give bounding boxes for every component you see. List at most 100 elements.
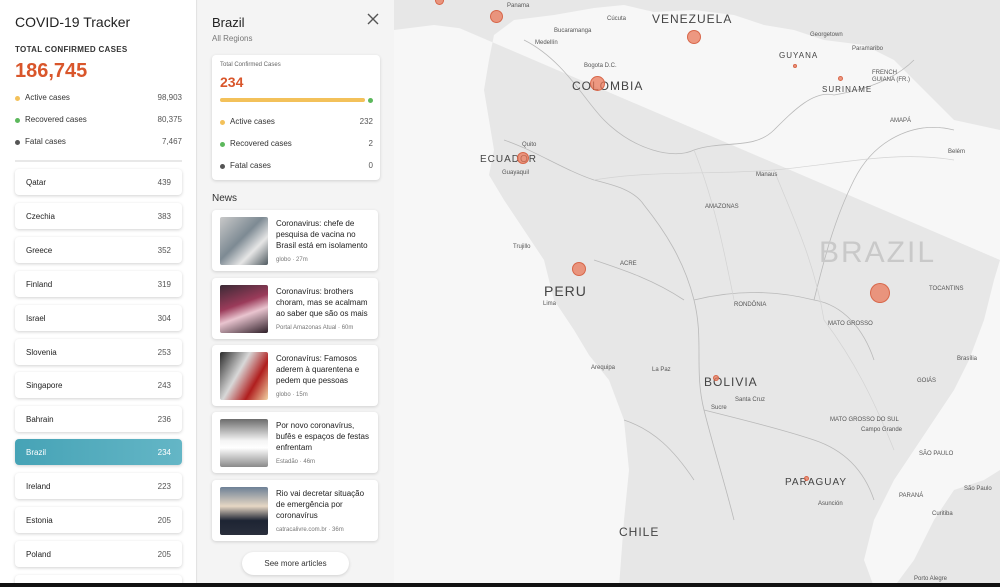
map-city-label: TOCANTINS — [929, 286, 964, 292]
map-label-guyana: GUYANA — [779, 51, 819, 60]
stat-value: 7,467 — [161, 137, 182, 146]
map-city-label: Bucaramanga — [554, 28, 592, 34]
case-bubble[interactable] — [572, 262, 586, 276]
map-city-label: La Paz — [652, 367, 671, 373]
case-bubble-brazil[interactable] — [870, 283, 890, 303]
country-name: Estonia — [26, 516, 53, 525]
recovered-dot-icon — [220, 142, 225, 147]
see-more-articles-button[interactable]: See more articles — [242, 552, 349, 575]
map-city-label: Sucre — [711, 405, 727, 411]
country-item[interactable]: Czechia 383 — [15, 203, 182, 229]
news-title: Coronavírus: Famosos aderem à quarentena… — [276, 354, 360, 385]
card-label: Total Confirmed Cases — [220, 62, 281, 68]
stat-label: Active cases — [230, 117, 275, 126]
country-name: Israel — [26, 314, 46, 323]
case-bubble[interactable] — [838, 76, 843, 81]
country-name: Bahrain — [26, 415, 54, 424]
country-item[interactable]: Ireland 223 — [15, 473, 182, 499]
region-subtitle: All Regions — [212, 34, 253, 43]
news-item[interactable]: Por novo coronavírus, bufês e espaços de… — [212, 412, 378, 473]
news-meta: catracalivre.com.br · 36m — [276, 527, 344, 533]
cases-progress-bar — [220, 98, 365, 102]
country-count: 234 — [157, 448, 171, 457]
total-confirmed-value: 186,745 — [15, 60, 88, 82]
country-item-selected[interactable]: Brazil 234 — [15, 439, 182, 465]
news-thumbnail — [220, 217, 268, 265]
country-name: Greece — [26, 246, 53, 255]
news-meta: Portal Amazonas Atual · 60m — [276, 325, 354, 331]
country-count: 243 — [157, 381, 171, 390]
map-city-label: FRENCH GUIANA (FR.) — [872, 70, 911, 83]
country-count: 236 — [157, 415, 171, 424]
stat-value: 2 — [368, 139, 373, 148]
map-city-label: São Paulo — [964, 486, 992, 492]
country-name: Czechia — [26, 212, 55, 221]
stat-value: 0 — [368, 161, 373, 170]
country-item[interactable]: Finland 319 — [15, 271, 182, 297]
stat-label: Active cases — [25, 93, 70, 102]
country-item[interactable]: Israel 304 — [15, 305, 182, 331]
recovered-cases-stat: Recovered cases 80,375 — [15, 115, 182, 127]
divider — [15, 160, 182, 162]
app-window: COVID-19 Tracker TOTAL CONFIRMED CASES 1… — [0, 0, 1000, 587]
map-city-label: Georgetown — [810, 32, 843, 38]
active-dot-icon — [220, 120, 225, 125]
taskbar-edge — [0, 583, 1000, 587]
map-city-label: PARANÁ — [899, 493, 924, 499]
map-city-label: Curitiba — [932, 511, 953, 517]
news-meta: globo · 15m — [276, 392, 308, 398]
news-thumbnail — [220, 352, 268, 400]
news-item[interactable]: Rio vai decretar situação de emergência … — [212, 480, 378, 541]
case-bubble[interactable] — [713, 375, 719, 381]
map-view[interactable]: BRAZIL VENEZUELA COLOMBIA ECUADOR PERU B… — [394, 0, 1000, 587]
case-bubble[interactable] — [793, 64, 797, 68]
country-item[interactable]: Poland 205 — [15, 541, 182, 567]
map-city-label: AMAPÁ — [890, 118, 912, 124]
news-item[interactable]: Coronavírus: Famosos aderem à quarentena… — [212, 345, 378, 406]
country-count: 205 — [157, 516, 171, 525]
map-city-label: Paramaribo — [852, 46, 884, 52]
map-city-label: Trujillo — [513, 244, 531, 250]
map-city-label: Bogota D.C. — [584, 63, 617, 69]
news-meta: globo · 27m — [276, 257, 308, 263]
country-item[interactable]: Bahrain 236 — [15, 406, 182, 432]
news-title: Coronavirus: chefe de pesquisa de vacina… — [276, 219, 368, 250]
confirmed-cases-card: Total Confirmed Cases 234 Active cases 2… — [212, 55, 380, 180]
country-name: Poland — [26, 550, 51, 559]
stat-value: 80,375 — [157, 115, 182, 124]
news-title: Por novo coronavírus, bufês e espaços de… — [276, 421, 369, 452]
country-name: Finland — [26, 280, 53, 289]
close-icon[interactable] — [366, 12, 380, 26]
map-city-label: Belém — [948, 149, 966, 155]
country-count: 439 — [157, 178, 171, 187]
country-count: 223 — [157, 482, 171, 491]
recovered-dot-icon — [368, 98, 373, 103]
news-item[interactable]: Coronavirus: chefe de pesquisa de vacina… — [212, 210, 378, 271]
detail-panel: Brazil All Regions Total Confirmed Cases… — [198, 0, 394, 587]
country-item[interactable]: Estonia 205 — [15, 507, 182, 533]
map-city-label: GOIÁS — [917, 378, 937, 384]
news-item[interactable]: Coronavírus: brothers choram, mas se aca… — [212, 278, 378, 339]
region-title: Brazil — [212, 15, 245, 30]
case-bubble[interactable] — [804, 476, 809, 481]
case-bubble[interactable] — [490, 10, 503, 23]
map-label-suriname: SURINAME — [822, 85, 873, 94]
country-item[interactable]: Singapore 243 — [15, 372, 182, 398]
active-cases-stat: Active cases 232 — [220, 117, 373, 129]
news-thumbnail — [220, 487, 268, 535]
map-city-label: Quito — [522, 142, 537, 148]
country-name: Singapore — [26, 381, 63, 390]
country-item[interactable]: Qatar 439 — [15, 169, 182, 195]
map-city-label: Asunción — [818, 501, 843, 507]
country-item[interactable]: Slovenia 253 — [15, 339, 182, 365]
fatal-cases-stat: Fatal cases 7,467 — [15, 137, 182, 149]
case-bubble[interactable] — [687, 30, 701, 44]
map-city-label: MATO GROSSO — [828, 321, 873, 327]
news-thumbnail — [220, 419, 268, 467]
country-name: Slovenia — [26, 348, 57, 357]
case-bubble[interactable] — [517, 152, 529, 164]
case-bubble[interactable] — [590, 76, 605, 91]
country-item[interactable]: Greece 352 — [15, 237, 182, 263]
app-title: COVID-19 Tracker — [15, 14, 131, 30]
map-city-label: Brasília — [957, 356, 978, 362]
